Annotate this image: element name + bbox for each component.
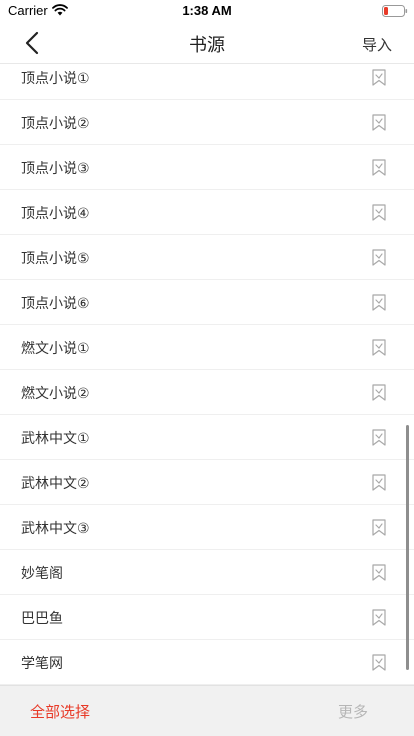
- source-name: 顶点小说④: [21, 206, 90, 222]
- status-bar: Carrier 1:38 AM: [0, 0, 414, 22]
- source-name: 武林中文①: [21, 431, 90, 447]
- source-name: 顶点小说②: [21, 116, 90, 132]
- source-row[interactable]: 武林中文②: [0, 460, 414, 505]
- source-row[interactable]: 巴巴鱼: [0, 595, 414, 640]
- import-button[interactable]: 导入: [362, 34, 392, 55]
- bookmark-icon[interactable]: [372, 429, 386, 446]
- bookmark-icon[interactable]: [372, 249, 386, 266]
- bookmark-icon[interactable]: [372, 609, 386, 626]
- source-name: 武林中文③: [21, 521, 90, 537]
- bookmark-icon[interactable]: [372, 519, 386, 536]
- bookmark-icon[interactable]: [372, 159, 386, 176]
- bookmark-icon[interactable]: [372, 339, 386, 356]
- source-name: 燃文小说①: [21, 341, 90, 357]
- source-row[interactable]: 顶点小说⑥: [0, 280, 414, 325]
- source-row[interactable]: 顶点小说⑤: [0, 235, 414, 280]
- source-row[interactable]: 顶点小说④: [0, 190, 414, 235]
- source-row[interactable]: 武林中文①: [0, 415, 414, 460]
- select-all-button[interactable]: 全部选择: [30, 701, 90, 722]
- source-name: 顶点小说①: [21, 71, 90, 87]
- bookmark-icon[interactable]: [372, 564, 386, 581]
- footer-toolbar: 全部选择 更多: [0, 685, 414, 736]
- source-row[interactable]: 武林中文③: [0, 505, 414, 550]
- bookmark-icon[interactable]: [372, 294, 386, 311]
- source-name: 武林中文②: [21, 476, 90, 492]
- source-row[interactable]: 燃文小说①: [0, 325, 414, 370]
- bookmark-icon[interactable]: [372, 69, 386, 86]
- source-name: 燃文小说②: [21, 386, 90, 402]
- source-row[interactable]: 妙笔阁: [0, 550, 414, 595]
- source-name: 顶点小说⑥: [21, 296, 90, 312]
- bookmark-icon[interactable]: [372, 654, 386, 671]
- bookmark-icon[interactable]: [372, 384, 386, 401]
- source-name: 学笔网: [21, 656, 63, 672]
- battery-icon: [382, 5, 408, 17]
- bookmark-icon[interactable]: [372, 474, 386, 491]
- source-name: 妙笔阁: [21, 566, 63, 582]
- source-row[interactable]: 顶点小说②: [0, 100, 414, 145]
- source-row[interactable]: 顶点小说③: [0, 145, 414, 190]
- source-row[interactable]: 燃文小说②: [0, 370, 414, 415]
- page-title: 书源: [189, 35, 225, 56]
- status-time: 1:38 AM: [182, 3, 232, 18]
- source-list: 顶点小说① 顶点小说② 顶点小说③ 顶点小说④ 顶点小说⑤ 顶点小说⑥ 燃文小说① 燃文小说②…: [0, 55, 414, 685]
- bookmark-icon[interactable]: [372, 204, 386, 221]
- source-row[interactable]: 学笔网: [0, 640, 414, 685]
- source-name: 顶点小说③: [21, 161, 90, 177]
- source-name: 巴巴鱼: [21, 611, 63, 627]
- scrollbar[interactable]: [406, 425, 409, 670]
- source-name: 顶点小说⑤: [21, 251, 90, 267]
- source-row[interactable]: 顶点小说①: [0, 55, 414, 100]
- more-button[interactable]: 更多: [338, 701, 368, 722]
- bookmark-icon[interactable]: [372, 114, 386, 131]
